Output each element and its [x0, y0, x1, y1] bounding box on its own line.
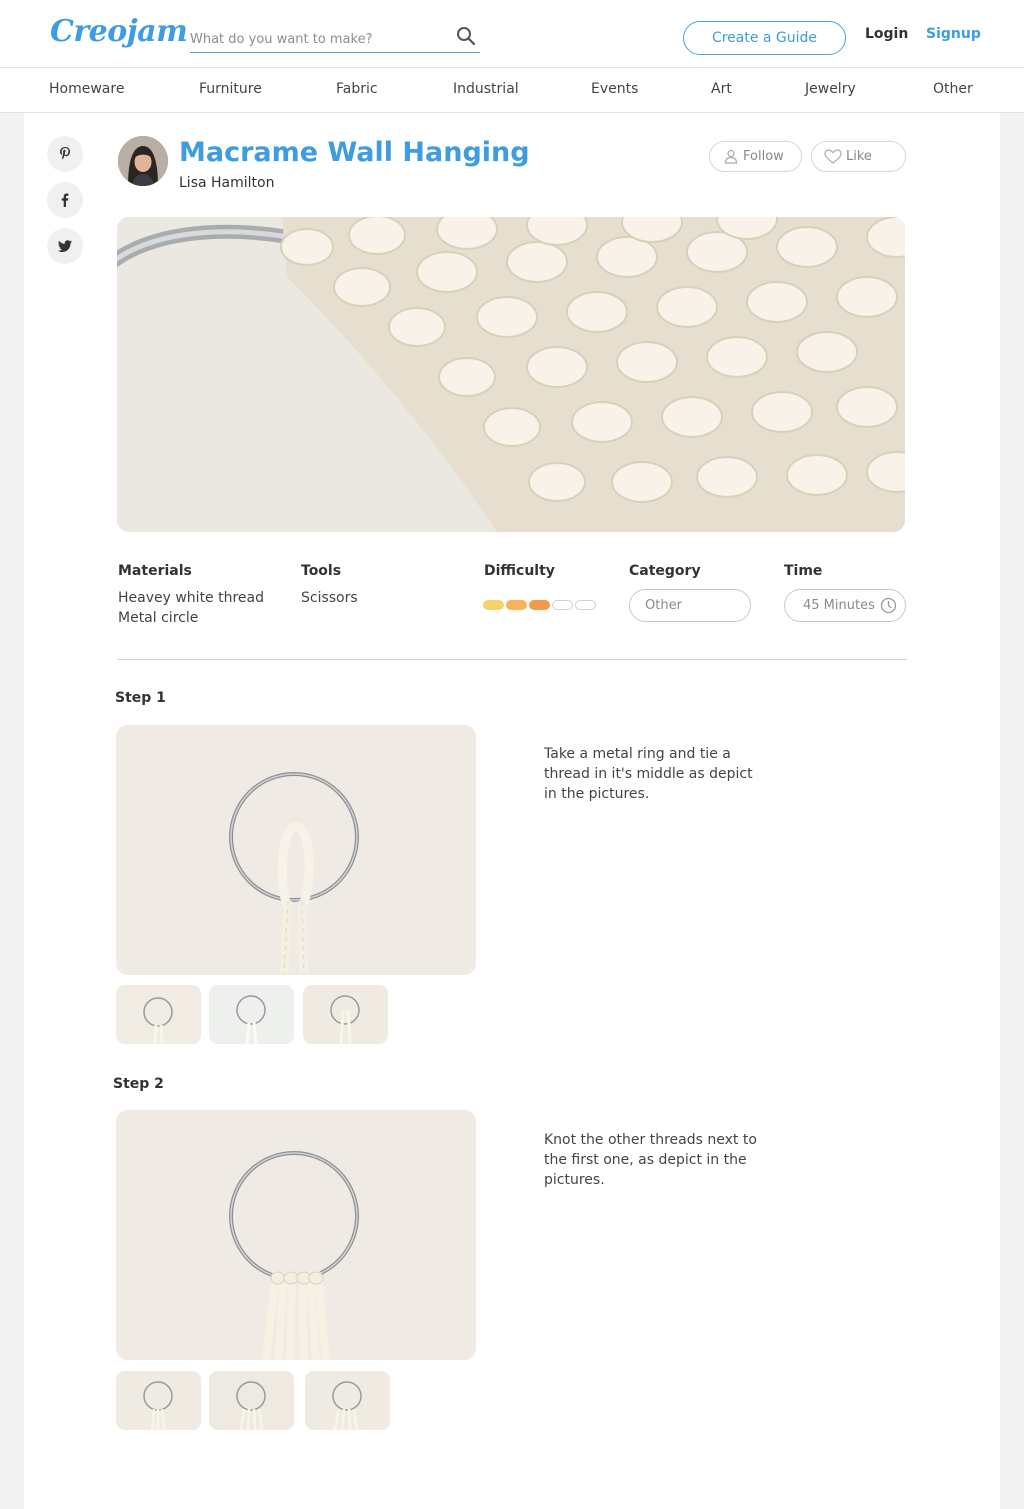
nav-item-fabric[interactable]: Fabric — [336, 81, 378, 97]
step-2-thumbnail[interactable] — [209, 1371, 294, 1430]
section-divider — [118, 659, 907, 660]
search-icon[interactable] — [456, 26, 476, 46]
step-2-thumbnail[interactable] — [116, 1371, 201, 1430]
nav-item-events[interactable]: Events — [591, 81, 638, 97]
material-item: Metal circle — [118, 610, 199, 626]
avatar-photo — [118, 136, 168, 186]
hero-image — [117, 217, 905, 532]
tool-item: Scissors — [301, 590, 358, 606]
like-button[interactable]: Like — [811, 141, 906, 172]
step-2-thumbnail[interactable] — [305, 1371, 390, 1430]
step-2-title: Step 2 — [113, 1076, 164, 1092]
create-guide-button[interactable]: Create a Guide — [683, 21, 846, 55]
category-value: Other — [645, 598, 682, 613]
author-name[interactable]: Lisa Hamilton — [179, 175, 274, 191]
step-2-description: Knot the other threads next to the first… — [544, 1132, 757, 1188]
time-field[interactable]: 45 Minutes — [784, 589, 906, 622]
nav-item-industrial[interactable]: Industrial — [453, 81, 519, 97]
nav-item-other[interactable]: Other — [933, 81, 973, 97]
material-item: Heavey white thread — [118, 590, 265, 606]
facebook-icon — [61, 193, 69, 207]
pinterest-icon — [60, 147, 70, 160]
materials-heading: Materials — [118, 563, 192, 579]
user-icon — [724, 149, 738, 164]
search-bar — [190, 22, 480, 53]
nav-item-art[interactable]: Art — [711, 81, 732, 97]
step-1-description: Take a metal ring and tie a thread in it… — [544, 746, 753, 802]
like-label: Like — [846, 149, 872, 164]
category-heading: Category — [629, 563, 701, 579]
creojam-logo[interactable]: Creojam — [50, 14, 188, 49]
guide-title: Macrame Wall Hanging — [179, 137, 530, 168]
share-twitter-button[interactable] — [47, 228, 83, 264]
difficulty-segment — [552, 600, 573, 610]
login-link[interactable]: Login — [865, 26, 908, 42]
step-1-title: Step 1 — [115, 690, 166, 706]
heart-icon — [824, 149, 842, 164]
top-header: Creojam Create a Guide Login Signup — [0, 0, 1024, 68]
time-heading: Time — [784, 563, 823, 579]
step-1-main-image[interactable] — [116, 725, 476, 975]
step-1-thumbnail[interactable] — [116, 985, 201, 1044]
follow-label: Follow — [743, 149, 784, 164]
nav-item-homeware[interactable]: Homeware — [49, 81, 124, 97]
difficulty-heading: Difficulty — [484, 563, 555, 579]
follow-button[interactable]: Follow — [709, 141, 802, 172]
step-1-thumbnail[interactable] — [303, 985, 388, 1044]
signup-link[interactable]: Signup — [926, 26, 981, 42]
clock-icon — [880, 597, 897, 614]
difficulty-segment — [529, 600, 550, 610]
step-1-thumbnail[interactable] — [209, 985, 294, 1044]
difficulty-segment — [575, 600, 596, 610]
step-2-main-image[interactable] — [116, 1110, 476, 1360]
difficulty-segment — [483, 600, 504, 610]
category-field[interactable]: Other — [629, 589, 751, 622]
twitter-icon — [57, 240, 72, 252]
share-facebook-button[interactable] — [47, 182, 83, 218]
nav-item-jewelry[interactable]: Jewelry — [805, 81, 856, 97]
category-nav: Homeware Furniture Fabric Industrial Eve… — [0, 68, 1024, 113]
search-input[interactable] — [190, 22, 440, 52]
author-avatar[interactable] — [118, 136, 168, 186]
tools-heading: Tools — [301, 563, 342, 579]
share-pinterest-button[interactable] — [47, 136, 83, 172]
nav-item-furniture[interactable]: Furniture — [199, 81, 262, 97]
time-value: 45 Minutes — [803, 598, 875, 613]
difficulty-segment — [506, 600, 527, 610]
